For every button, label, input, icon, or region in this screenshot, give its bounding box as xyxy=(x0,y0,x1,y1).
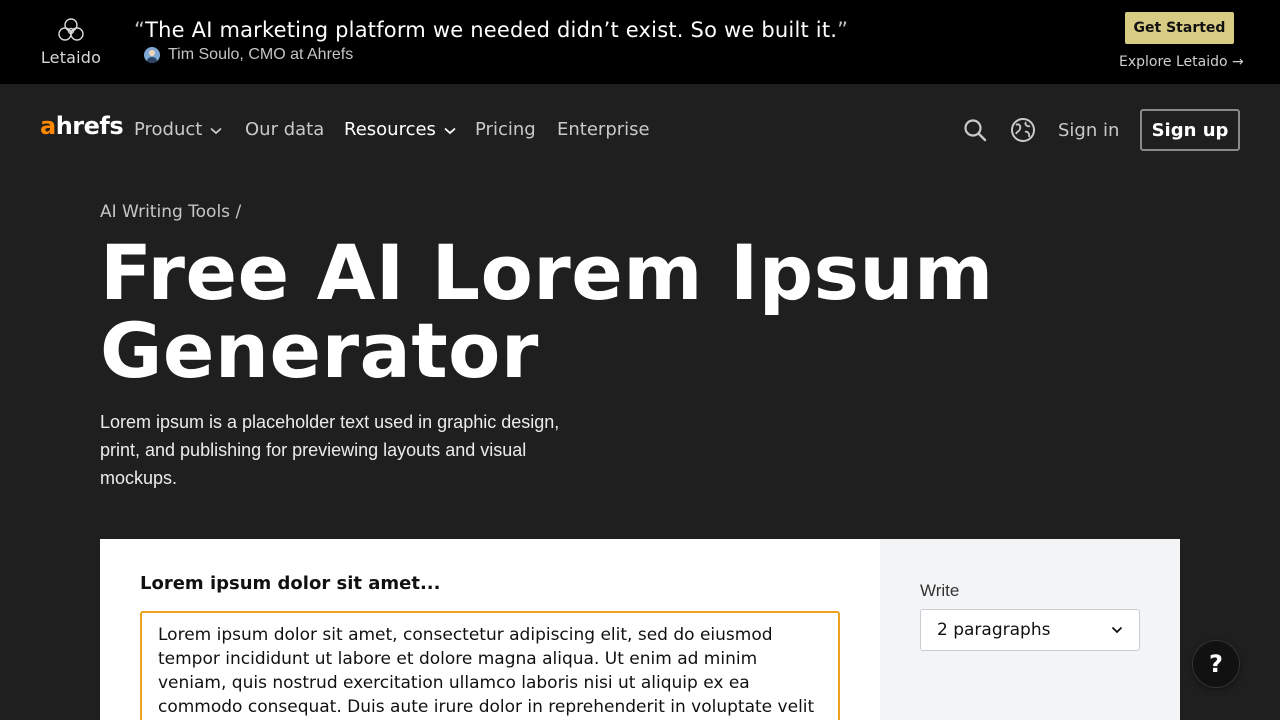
quote-close-mark: ” xyxy=(837,18,849,42)
nav-item-pricing[interactable]: Pricing xyxy=(475,119,536,140)
promo-author: Tim Soulo, CMO at Ahrefs xyxy=(144,46,353,64)
nav-item-our-data[interactable]: Our data xyxy=(245,119,324,140)
nav-item-product[interactable]: Product xyxy=(134,119,222,140)
nav-item-label: Enterprise xyxy=(557,119,650,140)
paragraph-count-value: 2 paragraphs xyxy=(937,620,1051,640)
main-nav: ahrefs Product Our data Resources Pricin… xyxy=(0,84,1280,176)
breadcrumb[interactable]: AI Writing Tools / xyxy=(100,202,241,222)
page-title: Free AI Lorem Ipsum Generator xyxy=(100,234,1000,390)
paragraph-count-select[interactable]: 2 paragraphs xyxy=(920,609,1140,651)
write-label: Write xyxy=(920,581,960,600)
promo-banner: Letaido “The AI marketing platform we ne… xyxy=(0,0,1280,84)
sign-up-button[interactable]: Sign up xyxy=(1140,109,1240,151)
chevron-down-icon xyxy=(210,127,222,134)
nav-item-label: Resources xyxy=(344,119,436,140)
get-started-button[interactable]: Get Started xyxy=(1125,12,1234,44)
ahrefs-logo[interactable]: ahrefs xyxy=(40,112,124,140)
nav-item-resources[interactable]: Resources xyxy=(344,119,456,140)
brand-logo-a: a xyxy=(40,112,56,140)
quote-open-mark: “ xyxy=(134,18,146,42)
nav-item-label: Product xyxy=(134,119,203,140)
page-title-line-2: Generator xyxy=(100,306,539,395)
nav-item-label: Our data xyxy=(245,119,325,140)
generator-input-panel: Lorem ipsum dolor sit amet... Lorem ipsu… xyxy=(100,539,880,720)
author-avatar xyxy=(144,47,160,63)
explore-letaido-link[interactable]: Explore Letaido → xyxy=(1119,54,1244,70)
promo-author-text: Tim Soulo, CMO at Ahrefs xyxy=(168,46,354,63)
promo-quote-text: The AI marketing platform we needed didn… xyxy=(145,18,838,42)
brand-logo-rest: hrefs xyxy=(55,112,124,140)
sign-in-link[interactable]: Sign in xyxy=(1058,120,1119,141)
nav-item-enterprise[interactable]: Enterprise xyxy=(557,119,650,140)
page-title-line-1: Free AI Lorem Ipsum xyxy=(100,228,994,317)
generator-card: Lorem ipsum dolor sit amet... Lorem ipsu… xyxy=(100,539,1180,720)
globe-icon[interactable] xyxy=(1010,117,1036,143)
help-button[interactable]: ? xyxy=(1192,640,1240,688)
letaido-logo-text: Letaido xyxy=(40,48,102,67)
search-icon[interactable] xyxy=(963,118,987,142)
generator-options-panel: Write 2 paragraphs xyxy=(880,539,1180,720)
letaido-knot-icon xyxy=(58,18,84,41)
chevron-down-icon xyxy=(1111,626,1123,634)
nav-item-label: Pricing xyxy=(475,119,536,140)
generator-heading: Lorem ipsum dolor sit amet... xyxy=(140,573,441,594)
promo-quote: “The AI marketing platform we needed did… xyxy=(134,18,848,42)
chevron-down-icon xyxy=(444,127,456,134)
page-description: Lorem ipsum is a placeholder text used i… xyxy=(100,412,560,488)
prompt-input[interactable]: Lorem ipsum dolor sit amet, consectetur … xyxy=(140,611,840,720)
letaido-logo[interactable]: Letaido xyxy=(40,16,102,67)
